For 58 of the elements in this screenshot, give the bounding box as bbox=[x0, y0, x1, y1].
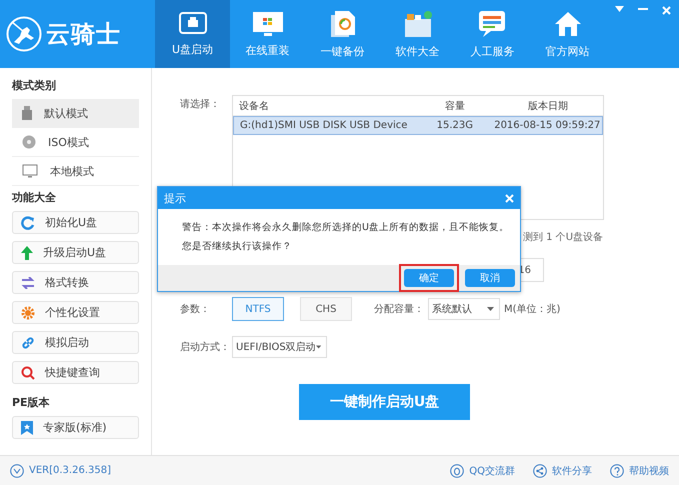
help-icon bbox=[610, 464, 624, 478]
mode-item[interactable]: 默认模式 bbox=[12, 99, 139, 128]
boot-mode-label: 启动方式： bbox=[180, 340, 231, 354]
dropdown-icon[interactable] bbox=[615, 6, 624, 12]
swap-arrows-icon bbox=[21, 276, 35, 288]
monitor-icon bbox=[252, 10, 284, 36]
dialog-title: 提示 bbox=[164, 190, 186, 206]
sidebar-button[interactable]: 格式转换 bbox=[12, 271, 139, 294]
chat-icon bbox=[478, 10, 508, 38]
section-heading: PE版本 bbox=[12, 395, 51, 410]
option-button[interactable]: CHS bbox=[300, 297, 352, 321]
params-label: 参数： bbox=[180, 302, 211, 316]
gear-icon bbox=[21, 306, 35, 320]
share-icon bbox=[533, 464, 547, 478]
table-cell-text: G:(hd1)SMI USB DISK USB Device bbox=[239, 120, 408, 131]
close-icon[interactable] bbox=[662, 6, 671, 15]
caret-icon bbox=[316, 345, 321, 349]
column-header: 设备名 bbox=[238, 100, 270, 112]
footer-link[interactable]: 软件分享 bbox=[533, 464, 592, 478]
footer-link[interactable]: QQ交流群 bbox=[450, 464, 515, 478]
up-arrow-icon bbox=[21, 246, 33, 260]
select-label: 请选择： bbox=[180, 98, 221, 111]
footer-link[interactable]: 帮助视频 bbox=[610, 464, 669, 478]
device-row[interactable]: G:(hd1)SMI USB DISK USB Device 15.23G 2016-08-15 09:59:27 bbox=[233, 116, 603, 135]
disc-icon bbox=[22, 135, 36, 149]
sidebar-button[interactable]: 专家版(标准) bbox=[12, 416, 139, 439]
link-icon bbox=[21, 336, 35, 350]
app-logo-text: 云骑士 bbox=[46, 19, 121, 50]
chevron-circle-icon bbox=[10, 464, 24, 478]
warning-message: 警告：本次操作将会永久删除您所选择的U盘上所有的数据，且不能恢复。 您是否继续执行该操作？ bbox=[182, 221, 509, 254]
usb-stick-icon bbox=[22, 106, 32, 120]
alloc-select[interactable]: 系统默认 bbox=[428, 298, 500, 320]
document-icon bbox=[328, 10, 356, 38]
section-heading: 模式类别 bbox=[12, 78, 57, 93]
sidebar-button[interactable]: 初始化U盘 bbox=[12, 211, 139, 234]
nav-tab[interactable]: U盘启动 bbox=[155, 0, 230, 68]
home-icon bbox=[552, 10, 582, 38]
bookmark-icon bbox=[21, 420, 33, 434]
caret-icon bbox=[487, 307, 494, 311]
monitor-icon bbox=[22, 164, 38, 178]
sidebar-button[interactable]: 模拟启动 bbox=[12, 331, 139, 354]
column-header: 容量 bbox=[444, 100, 466, 112]
search-icon bbox=[21, 366, 35, 380]
unit-label: M(单位：兆) bbox=[504, 302, 560, 316]
section-heading: 功能大全 bbox=[12, 190, 57, 205]
version-link[interactable]: VER[0.3.26.358] bbox=[10, 464, 111, 478]
table-cell-text: 2016-08-15 09:59:27 bbox=[493, 120, 602, 131]
column-header: 版本日期 bbox=[527, 100, 569, 112]
table-cell-text: 15.23G bbox=[436, 120, 474, 131]
sidebar-button[interactable]: 个性化设置 bbox=[12, 301, 139, 324]
sidebar-button[interactable]: 快捷键查询 bbox=[12, 361, 139, 384]
boot-mode-select[interactable]: UEFI/BIOS双启动 bbox=[232, 336, 327, 358]
sidebar-button[interactable]: 升级启动U盘 bbox=[12, 241, 139, 264]
detect-status-text: 测到 1 个U盘设备 bbox=[523, 230, 604, 244]
refresh-icon bbox=[21, 216, 35, 230]
alloc-label: 分配容量： bbox=[374, 302, 424, 316]
close-icon[interactable] bbox=[505, 194, 514, 202]
usb-drive-icon bbox=[178, 12, 206, 36]
